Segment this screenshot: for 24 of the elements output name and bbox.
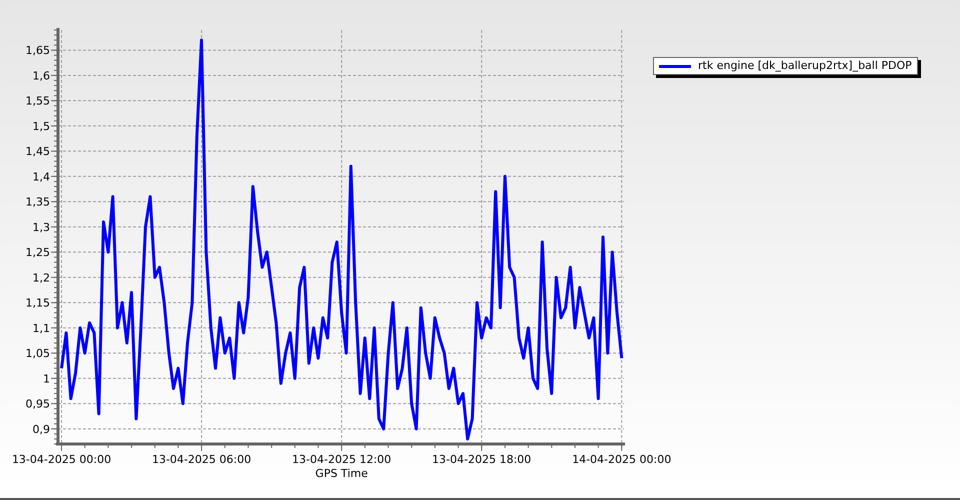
x-tick-label: 13-04-2025 06:00 xyxy=(152,453,252,466)
legend-label: rtk engine [dk_ballerup2rtx]_ball PDOP xyxy=(698,59,912,73)
y-tick-label: 1,4 xyxy=(32,170,50,184)
y-tick-label: 1,3 xyxy=(32,220,50,234)
x-tick-label: 13-04-2025 18:00 xyxy=(432,453,532,466)
y-tick-label: 1,55 xyxy=(26,94,50,108)
y-tick-label: 1 xyxy=(43,372,50,386)
x-tick-label: 13-04-2025 12:00 xyxy=(292,453,392,466)
y-tick-label: 1,45 xyxy=(26,145,50,158)
x-axis-title: GPS Time xyxy=(315,467,368,480)
y-tick-label: 1,25 xyxy=(26,246,50,260)
y-tick-label: 0,9 xyxy=(32,422,50,436)
y-tick-label: 1,35 xyxy=(26,196,50,209)
y-tick-label: 1,05 xyxy=(26,347,50,360)
y-tick-label: 1,1 xyxy=(32,322,50,335)
x-tick-label: 13-04-2025 00:00 xyxy=(12,453,112,466)
x-tick-label: 14-04-2025 00:00 xyxy=(572,453,672,466)
y-tick-label: 1,5 xyxy=(32,120,50,133)
legend-line-icon xyxy=(659,64,691,68)
y-tick-label: 1,15 xyxy=(26,296,50,310)
y-tick-label: 1,6 xyxy=(32,69,50,82)
y-tick-label: 1,2 xyxy=(32,271,50,284)
y-tick-label: 0,95 xyxy=(26,398,50,411)
y-tick-label: 1,65 xyxy=(26,44,50,58)
